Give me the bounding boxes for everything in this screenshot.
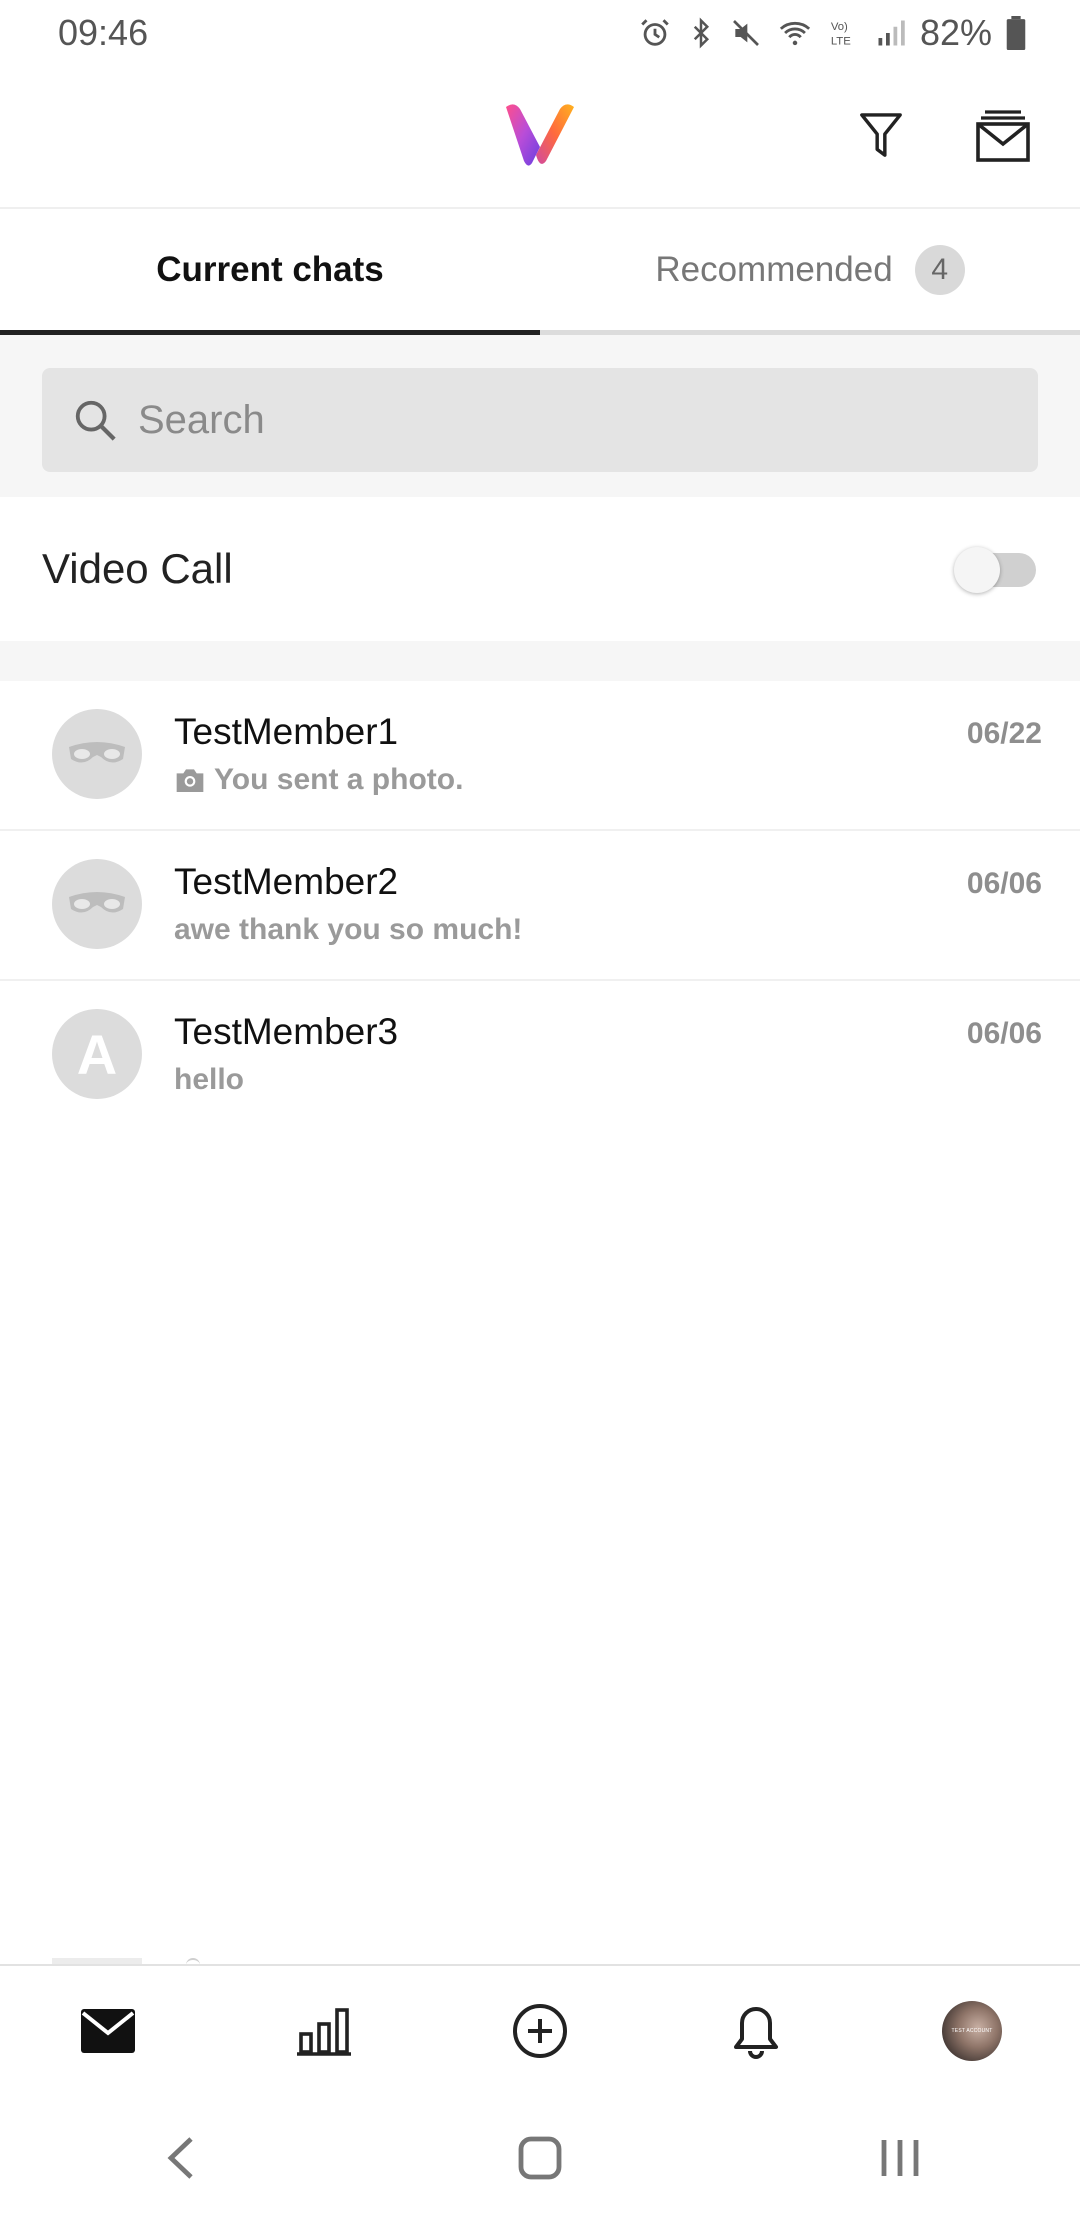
mailbox-button[interactable] [973,104,1033,168]
stats-icon [297,2008,351,2056]
letter-avatar: A [52,1009,142,1099]
chat-tabs: Current chats Recommended 4 [0,209,1080,335]
svg-text:Vo): Vo) [831,21,848,33]
chat-list: TestMember1 You sent a photo. 06/22 Test… [0,681,1080,1131]
video-call-label: Video Call [42,545,233,592]
nav-messages[interactable] [58,1981,158,2081]
chat-row[interactable]: TestMember2 awe thank you so much! 06/06 [0,831,1080,981]
status-time: 09:46 [58,12,149,53]
nav-add[interactable] [490,1981,590,2081]
recents-icon [881,2140,919,2176]
chat-preview-text: awe thank you so much! [174,913,523,946]
toggle-knob [954,547,1000,593]
messages-icon [81,2009,135,2053]
search-area [0,335,1080,497]
camera-icon [176,769,204,792]
bottom-nav: TEST ACCOUNT [0,1964,1080,2096]
chat-row[interactable]: A TestMember3 hello 06/06 [0,981,1080,1131]
v-logo-icon [500,99,580,169]
alarm-icon [641,19,669,46]
chat-date: 06/06 [966,1017,1042,1050]
tab-label: Current chats [156,249,384,289]
status-icons: Vo) LTE 82% [638,12,1026,54]
add-icon [513,2004,567,2058]
recommended-count-badge: 4 [914,244,965,295]
chat-preview: You sent a photo. [174,763,463,797]
battery-percent: 82% [919,12,992,53]
status-bar: 09:46 Vo) LTE 82% [0,0,1080,66]
chat-name: TestMember1 [174,711,399,752]
signal-icon [878,20,905,46]
system-recents-button[interactable] [850,2118,950,2198]
system-nav-bar [0,2096,1080,2220]
system-back-button[interactable] [130,2118,230,2198]
profile-avatar: TEST ACCOUNT [942,2001,1002,2061]
nav-stats[interactable] [274,1981,374,2081]
bluetooth-icon [693,17,709,49]
chat-name: TestMember2 [174,861,399,902]
profile-avatar-text: TEST ACCOUNT [951,2028,993,2034]
mute-icon [732,20,759,46]
chat-row[interactable]: TestMember1 You sent a photo. 06/22 [0,681,1080,831]
chat-preview-text: hello [174,1063,245,1096]
section-divider [0,641,1080,681]
nav-notifications[interactable] [706,1981,806,2081]
volte-icon: Vo) LTE [831,21,851,47]
filter-icon [860,113,902,157]
tab-current-chats[interactable]: Current chats [0,209,540,335]
chat-preview-text: You sent a photo. [214,763,464,796]
chat-date: 06/06 [966,867,1042,900]
masked-placeholder-icon [52,709,142,799]
filter-button[interactable] [851,104,911,168]
svg-text:LTE: LTE [831,35,851,47]
avatar-letter: A [76,1022,118,1086]
search-box[interactable] [42,368,1038,472]
wifi-icon [779,21,811,46]
system-home-button[interactable] [490,2118,590,2198]
video-call-toggle[interactable] [954,547,1038,593]
tab-label: Recommended [655,249,893,289]
mail-stack-icon [976,110,1030,162]
back-icon [167,2137,193,2179]
masked-placeholder-icon [52,859,142,949]
nav-profile[interactable]: TEST ACCOUNT [922,1981,1022,2081]
battery-icon [1006,16,1026,50]
bell-icon [734,2007,778,2059]
chat-name: TestMember3 [174,1011,399,1052]
app-header [0,66,1080,209]
search-input[interactable] [138,397,1018,443]
chat-date: 06/22 [966,717,1042,750]
search-icon [75,400,116,441]
tab-recommended[interactable]: Recommended 4 [540,209,1080,335]
home-icon [518,2136,562,2180]
chat-preview: hello [174,1063,244,1097]
video-call-row: Video Call [0,497,1080,641]
chat-preview: awe thank you so much! [174,913,522,947]
